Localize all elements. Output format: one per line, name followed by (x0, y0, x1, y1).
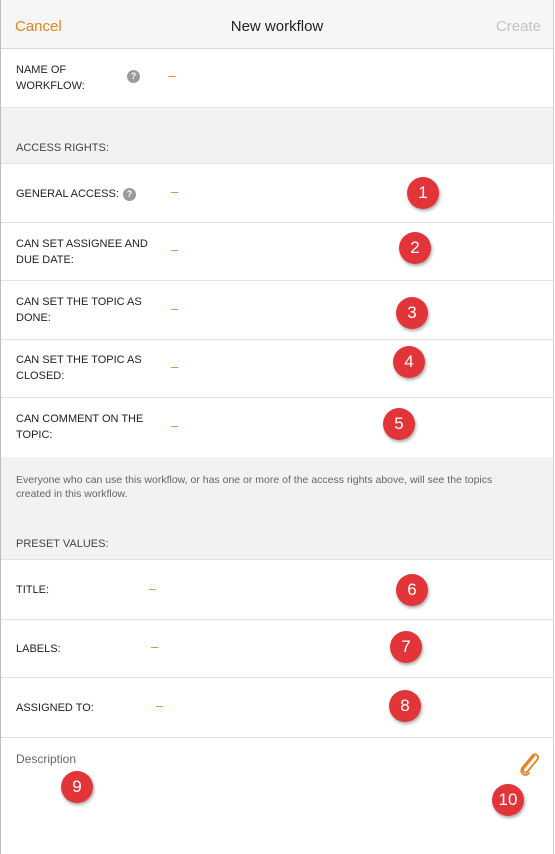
assignee-due-date-row[interactable]: CAN SET ASSIGNEE AND DUE DATE: – (1, 223, 553, 281)
annotation-badge-2: 2 (399, 232, 431, 264)
preset-assigned-value[interactable]: – (156, 698, 163, 713)
help-icon[interactable]: ? (123, 188, 136, 201)
comment-label: CAN COMMENT ON THE TOPIC: (16, 411, 143, 443)
annotation-badge-3: 3 (396, 297, 428, 329)
workflow-form: Cancel New workflow Create NAME OF WORKF… (0, 0, 554, 854)
section-title: PRESET VALUES: (16, 538, 109, 550)
set-closed-row[interactable]: CAN SET THE TOPIC AS CLOSED: – (1, 340, 553, 398)
label-line: TOPIC: (16, 429, 53, 441)
assignee-due-date-value[interactable]: – (171, 242, 178, 257)
label-line: WORKFLOW: (16, 80, 85, 92)
access-rights-section-header: ACCESS RIGHTS: (1, 108, 553, 164)
preset-assigned-label: ASSIGNED TO: (16, 702, 94, 714)
label-line: DUE DATE: (16, 254, 74, 266)
preset-values-section-header: PRESET VALUES: (1, 502, 553, 560)
name-of-workflow-label: NAME OF WORKFLOW: (16, 62, 85, 94)
comment-value[interactable]: – (171, 418, 178, 433)
set-done-label: CAN SET THE TOPIC AS DONE: (16, 294, 142, 326)
note-text: Everyone who can use this workflow, or h… (16, 474, 493, 500)
page-title: New workflow (230, 18, 324, 35)
preset-labels-row[interactable]: LABELS: – (1, 620, 553, 678)
section-title: ACCESS RIGHTS: (16, 142, 109, 154)
label-line: CAN SET THE TOPIC AS (16, 296, 142, 308)
visibility-note: Everyone who can use this workflow, or h… (1, 457, 553, 502)
name-of-workflow-value[interactable]: – (168, 68, 175, 83)
preset-title-row[interactable]: TITLE: – (1, 560, 553, 620)
create-button[interactable]: Create (496, 18, 541, 35)
general-access-label: GENERAL ACCESS: (16, 188, 119, 200)
annotation-badge-1: 1 (407, 177, 439, 209)
set-done-value[interactable]: – (171, 301, 178, 316)
general-access-row[interactable]: GENERAL ACCESS: ? – (1, 164, 553, 223)
label-line: NAME OF (16, 64, 67, 76)
label-line: CAN SET THE TOPIC AS (16, 354, 142, 366)
preset-labels-value[interactable]: – (151, 639, 158, 654)
preset-title-label: TITLE: (16, 584, 50, 596)
label-line: CLOSED: (16, 370, 65, 382)
preset-assigned-row[interactable]: ASSIGNED TO: – (1, 678, 553, 738)
annotation-badge-4: 4 (393, 346, 425, 378)
annotation-badge-7: 7 (390, 631, 422, 663)
preset-title-value[interactable]: – (149, 581, 156, 596)
general-access-value[interactable]: – (171, 184, 178, 199)
paperclip-icon[interactable] (516, 750, 542, 778)
description-input[interactable]: Description (16, 752, 76, 766)
label-line: DONE: (16, 312, 51, 324)
comment-row[interactable]: CAN COMMENT ON THE TOPIC: – (1, 398, 553, 457)
annotation-badge-8: 8 (389, 690, 421, 722)
annotation-badge-9: 9 (61, 771, 93, 803)
set-closed-value[interactable]: – (171, 359, 178, 374)
name-of-workflow-row[interactable]: NAME OF WORKFLOW: ? – (1, 49, 553, 108)
annotation-badge-10: 10 (492, 784, 524, 816)
preset-labels-label: LABELS: (16, 643, 61, 655)
set-closed-label: CAN SET THE TOPIC AS CLOSED: (16, 352, 142, 384)
navigation-bar: Cancel New workflow Create (1, 0, 553, 49)
annotation-badge-6: 6 (396, 574, 428, 606)
set-done-row[interactable]: CAN SET THE TOPIC AS DONE: – (1, 281, 553, 340)
assignee-due-date-label: CAN SET ASSIGNEE AND DUE DATE: (16, 236, 148, 268)
label-line: CAN COMMENT ON THE (16, 413, 144, 425)
annotation-badge-5: 5 (383, 408, 415, 440)
label-line: CAN SET ASSIGNEE AND (16, 238, 148, 250)
help-icon[interactable]: ? (127, 70, 140, 83)
